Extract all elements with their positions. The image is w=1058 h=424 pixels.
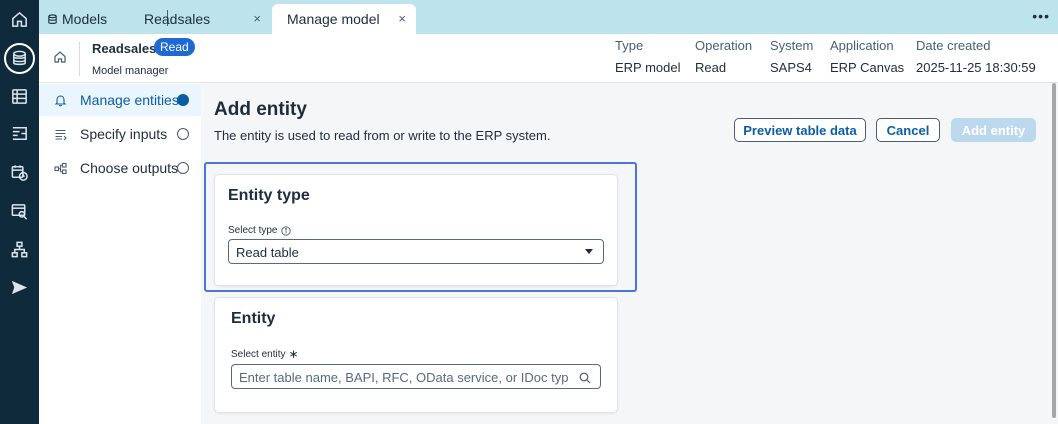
entity-type-select[interactable]: Read table — [228, 239, 604, 264]
tab-label: Readsales — [144, 11, 211, 27]
meta-system: System SAPS4 — [770, 38, 813, 76]
card-title: Entity type — [228, 187, 310, 204]
tab-models[interactable]: Models — [45, 4, 129, 34]
meta-operation: Operation Read — [695, 38, 752, 76]
tab-manage-model[interactable]: Manage model × — [272, 4, 416, 34]
nav-item-label: Manage entities — [80, 92, 179, 108]
home-icon[interactable] — [6, 6, 33, 33]
meta-date-created: Date created 2025-11-25 18:30:59 — [916, 38, 1036, 76]
model-name: Readsales — [92, 41, 157, 56]
meta-value: ERP model — [615, 60, 681, 75]
object-header: Readsales Read Model manager Type ERP mo… — [39, 34, 1058, 83]
nav-item-label: Specify inputs — [80, 126, 168, 142]
search-icon[interactable] — [579, 371, 591, 384]
tab-readsales[interactable]: Readsales × — [131, 4, 271, 34]
page-description: The entity is used to read from or write… — [214, 128, 551, 143]
database-icon[interactable] — [4, 43, 35, 74]
meta-application: Application ERP Canvas — [830, 38, 904, 76]
side-navigation: Manage entities Specify inputs Choose ou… — [39, 83, 201, 424]
table-icon[interactable] — [6, 83, 33, 110]
meta-value: Read — [695, 60, 727, 75]
more-icon[interactable]: ••• — [1032, 8, 1050, 24]
select-entity-label: Select entity ∗ — [231, 347, 299, 361]
entity-type-card: Entity type Select type Read table — [215, 175, 617, 285]
meta-value: ERP Canvas — [830, 60, 905, 75]
list-input-icon — [54, 128, 67, 141]
meta-type: Type ERP model — [615, 38, 681, 76]
info-icon[interactable] — [281, 225, 292, 236]
hierarchy-icon[interactable] — [6, 236, 33, 263]
home-icon[interactable] — [53, 50, 67, 64]
nav-item-choose-outputs[interactable]: Choose outputs — [39, 152, 201, 184]
nav-item-manage-entities[interactable]: Manage entities — [39, 84, 201, 116]
vertical-scrollbar[interactable] — [1052, 83, 1056, 418]
meta-label: Type — [615, 38, 644, 53]
divider — [79, 42, 80, 76]
meta-label: Application — [830, 38, 894, 53]
meta-value: SAPS4 — [770, 60, 812, 75]
tab-strip: Models Readsales × Manage model × ••• — [39, 0, 1058, 34]
select-type-label: Select type — [228, 225, 292, 236]
meta-value: 2025-11-25 18:30:59 — [916, 60, 1036, 75]
cancel-button[interactable]: Cancel — [876, 118, 940, 142]
close-icon[interactable]: × — [253, 11, 261, 26]
meta-label: Date created — [916, 38, 991, 53]
table-search-icon[interactable] — [6, 198, 33, 225]
required-icon: ∗ — [288, 347, 299, 361]
send-icon[interactable] — [6, 274, 33, 301]
main-content: Add entity The entity is used to read fr… — [201, 83, 1058, 424]
step-indicator — [177, 162, 189, 174]
tab-label: Models — [62, 11, 108, 27]
left-rail — [0, 0, 39, 424]
status-badge: Read — [154, 38, 195, 56]
meta-label: System — [770, 38, 814, 53]
caret-down-icon — [585, 249, 593, 254]
close-icon[interactable]: × — [398, 11, 406, 26]
nav-item-label: Choose outputs — [80, 160, 179, 176]
step-indicator — [177, 128, 189, 140]
add-entity-button[interactable]: Add entity — [951, 118, 1036, 142]
page-title: Add entity — [214, 99, 307, 120]
nav-item-specify-inputs[interactable]: Specify inputs — [39, 118, 201, 150]
meta-label: Operation — [695, 38, 753, 53]
page-subtitle: Model manager — [92, 65, 169, 77]
entity-search-field[interactable] — [231, 364, 601, 389]
select-value: Read table — [236, 245, 299, 260]
tree-output-icon — [54, 162, 67, 175]
step-indicator — [177, 94, 189, 106]
tab-label: Manage model — [287, 11, 380, 27]
bell-icon — [54, 94, 67, 107]
calendar-clock-icon[interactable] — [6, 159, 33, 186]
database-icon — [48, 13, 57, 24]
field-label-text: Select type — [228, 225, 278, 236]
entity-search-input[interactable] — [239, 369, 569, 385]
field-label-text: Select entity — [231, 348, 286, 360]
entity-card: Entity Select entity ∗ — [215, 298, 617, 412]
card-title: Entity — [231, 310, 276, 327]
preview-table-data-button[interactable]: Preview table data — [734, 118, 866, 142]
data-flow-icon[interactable] — [6, 120, 33, 147]
